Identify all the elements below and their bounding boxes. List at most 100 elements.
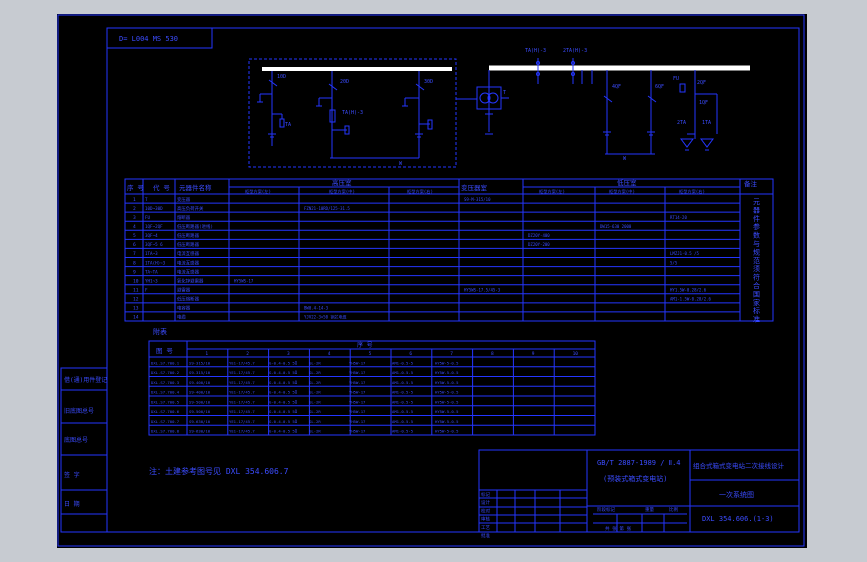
- appendix-cell: YH5W-17: [349, 390, 366, 395]
- appendix-cell: HY5W-5-0.5: [435, 370, 459, 375]
- appendix-cell: HY5W-5-0.5: [435, 429, 459, 434]
- mt-cell-code: FU: [145, 215, 151, 220]
- appendix-cell: YE1-17/45.7: [229, 409, 255, 414]
- hv-bottom-label: W: [399, 161, 403, 167]
- appendix-cell: G-0.4-0.5 5Ω: [269, 399, 298, 404]
- mt-cell-code: 1TA~3: [145, 251, 158, 256]
- appendix-cell: G-0.4-0.5 5Ω: [269, 429, 298, 434]
- mt-cell-value: RT14-20: [670, 215, 687, 220]
- mt-cell-name: 变压器: [177, 196, 191, 203]
- appendix-cell: G-0.4-0.5 5Ω: [269, 360, 298, 365]
- appendix-cell: DXL.S7.700.1: [151, 360, 180, 365]
- mt-cell-value: DZ20Y-200: [528, 242, 550, 247]
- mt-cell-name: 电容器: [177, 305, 191, 312]
- appendix-cell: G-0.4-0.5 5Ω: [269, 419, 298, 424]
- appendix-cell: AM1-0.5-5: [392, 380, 414, 385]
- appendix-cell: S9-400/10: [189, 390, 211, 395]
- appendix-cell: YE1-17/45.7: [229, 429, 255, 434]
- appendix-cell: GL-2R: [309, 429, 321, 434]
- mt-cell-no: 2: [133, 206, 136, 212]
- mt-remark-vertical: 元器件参数与规范须符合国家标准: [753, 198, 760, 324]
- appendix-cell: S9-500/10: [189, 409, 211, 414]
- lv-label-fu: FU: [673, 76, 679, 82]
- appendix-col-number: 5: [369, 351, 372, 357]
- mt-hv-sub-2: 柜型方案(中): [329, 188, 355, 195]
- mt-hv-sub-1: 柜型方案(左): [245, 188, 271, 195]
- title-block-row-label: 工艺: [481, 525, 490, 531]
- appendix-cell: G-0.4-0.5 5Ω: [269, 409, 298, 414]
- appendix-cell: G-0.4-0.5 5Ω: [269, 380, 298, 385]
- appendix-cell: YE1-17/45.7: [229, 380, 255, 385]
- appendix-cell: S9-500/10: [189, 399, 211, 404]
- title-project: 组合式箱式变电站二次接线设计: [693, 461, 785, 470]
- appendix-cell: G-0.4-0.5 5Ω: [269, 370, 298, 375]
- mt-cell-no: 9: [133, 269, 136, 275]
- transformer-label: T: [503, 90, 506, 96]
- appendix-cell: YH5W-17: [349, 370, 366, 375]
- mt-cell-value: FZN21-10RD/125-31.5: [304, 206, 350, 211]
- appendix-cell: GL-2R: [309, 380, 321, 385]
- appendix-cell: GL-2R: [309, 409, 321, 414]
- left-stamp-label: 日 期: [64, 500, 80, 508]
- mt-cell-value: DZ20Y-400: [528, 233, 550, 238]
- mt-cell-name: 熔断器: [177, 214, 191, 221]
- appendix-cell: S9-315/10: [189, 370, 211, 375]
- mt-cell-code: T: [145, 197, 148, 202]
- left-stamp-label: 旧底图总号: [64, 407, 94, 415]
- appendix-col-number: 3: [287, 351, 290, 357]
- mt-cell-code: 10D~30D: [145, 206, 163, 211]
- appendix-cell: GL-2R: [309, 390, 321, 395]
- mt-cell-value: 5/5: [670, 260, 678, 265]
- appendix-cell: DXL.S7.700.6: [151, 409, 180, 414]
- mt-cell-code: F: [145, 288, 148, 293]
- appendix-cell: HY5W-5-0.5: [435, 399, 459, 404]
- title-drawing-no: DXL 354.606.(1-3): [702, 515, 774, 523]
- lv-top-label-2: 2TA(H)-3: [563, 48, 587, 54]
- mt-header-transformer: 变压器室: [461, 183, 488, 192]
- appendix-cell: YH5W-17: [349, 419, 366, 424]
- appendix-cell: YE1-17/45.7: [229, 419, 255, 424]
- drawing-ref-tab: D= L004 MS 530: [119, 35, 178, 43]
- title-sheet: 共 张 第 张: [605, 525, 632, 532]
- title-block-row-label: 设计: [481, 499, 490, 506]
- mt-cell-name: 电流互感器: [177, 250, 200, 257]
- appendix-cell: YH5W-17: [349, 360, 366, 365]
- title-drawing-title: 一次系统图: [719, 490, 754, 499]
- mt-cell-name: 氧化锌避雷器: [177, 277, 204, 284]
- mt-cell-name: 电流互感器: [177, 268, 200, 275]
- mt-cell-value: YJV22-3×50 铜芯电缆: [304, 314, 347, 320]
- title-standard: GB/T 2887-1989 / Ⅱ.4: [597, 459, 681, 467]
- mt-cell-no: 7: [133, 251, 136, 257]
- mt-cell-no: 14: [133, 315, 139, 321]
- appendix-cell: DXL.S7.700.7: [151, 419, 180, 424]
- appendix-col-number: 9: [532, 351, 535, 357]
- appendix-cell: HY5W-5-0.5: [435, 380, 459, 385]
- mt-lv-sub-3: 柜型方案(右): [679, 188, 705, 195]
- title-block-row-label: 标记: [481, 491, 490, 498]
- mt-cell-value: BW0.4-14-3: [304, 306, 329, 311]
- appendix-cell: YE1-17/45.7: [229, 370, 255, 375]
- appendix-cell: HY5W-5-0.5: [435, 360, 459, 365]
- hv-label-30d: 30D: [424, 79, 433, 85]
- left-stamp-label: 借(通)用件登记: [64, 376, 107, 384]
- appendix-title: 附表: [153, 327, 167, 336]
- appendix-cell: S9-630/10: [189, 429, 211, 434]
- appendix-cell: AM1-0.5-5: [392, 409, 414, 414]
- appendix-cell: DXL.S7.700.3: [151, 380, 180, 385]
- appendix-cell: GL-2R: [309, 370, 321, 375]
- main-table-body: 1 T 变压器 S9-M-315/10 2 10D~30D 高压负荷开关 FZN21-10RD…: [133, 196, 712, 321]
- appendix-cell: YH5W-17: [349, 429, 366, 434]
- cad-drawing-sheet: D= L004 MS 530 10D 20D 30D TA(H)-3 TA W …: [57, 14, 807, 548]
- lv-label-4qf: 4QF: [612, 84, 621, 90]
- appendix-cell: DXL.S7.700.5: [151, 399, 180, 404]
- appendix-cell: S9-400/10: [189, 380, 211, 385]
- mt-header-remark: 备注: [744, 179, 758, 188]
- lv-branch-2: [605, 70, 657, 155]
- appendix-col-header: 图 号: [156, 347, 173, 355]
- appendix-cell: S9-315/10: [189, 360, 211, 365]
- appendix-cell: HY5W-5-0.5: [435, 409, 459, 414]
- appendix-col-number: 6: [409, 351, 412, 357]
- mt-cell-value: HY5WS-17: [234, 278, 254, 283]
- lv-bottom-label: W: [623, 156, 627, 162]
- mt-cell-value: HY1.5W-0.28/2.6: [670, 288, 707, 293]
